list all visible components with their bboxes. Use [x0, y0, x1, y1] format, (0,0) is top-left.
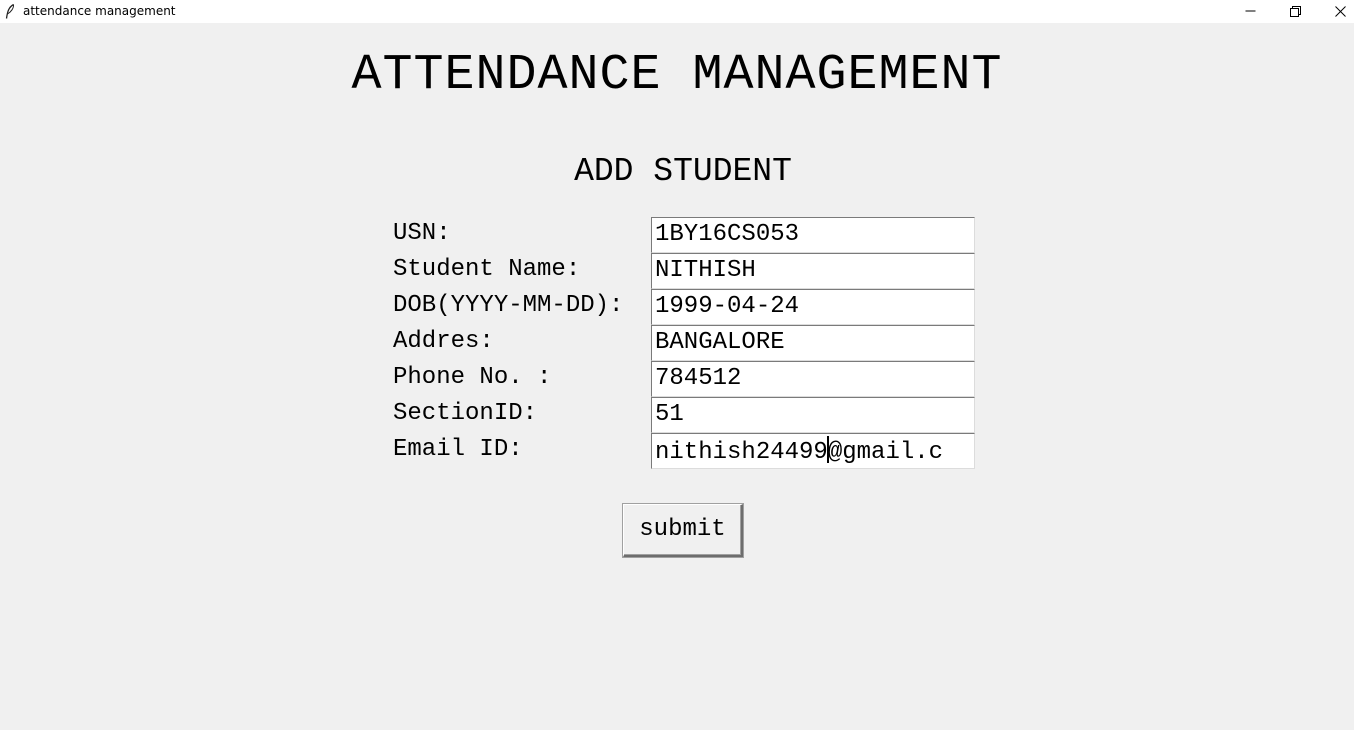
feather-icon [5, 4, 15, 19]
email-label: Email ID: [393, 436, 523, 463]
minimize-button[interactable] [1228, 0, 1273, 23]
dob-input[interactable]: 1999-04-24 [651, 289, 975, 325]
email-input[interactable]: nithish24499@gmail.c [651, 433, 975, 469]
address-label: Addres: [393, 328, 494, 355]
restore-button[interactable] [1273, 0, 1318, 23]
phone-input[interactable]: 784512 [651, 361, 975, 397]
close-icon [1335, 6, 1346, 17]
app-window: attendance management ATTENDANCE MANAGEM… [0, 0, 1354, 730]
form-title: ADD STUDENT [574, 153, 792, 190]
title-bar[interactable]: attendance management [0, 0, 1354, 23]
section-id-label: SectionID: [393, 400, 538, 427]
app-title: ATTENDANCE MANAGEMENT [351, 47, 1003, 104]
submit-button[interactable]: submit [623, 504, 743, 557]
address-input[interactable]: BANGALORE [651, 325, 975, 361]
student-name-label: Student Name: [393, 256, 581, 283]
minimize-icon [1245, 10, 1256, 12]
usn-label: USN: [393, 220, 451, 247]
restore-icon [1290, 6, 1301, 17]
dob-label: DOB(YYYY-MM-DD): [393, 292, 624, 319]
email-value-before-cursor: nithish24499 [655, 439, 828, 466]
usn-input[interactable]: 1BY16CS053 [651, 217, 975, 253]
window-title: attendance management [23, 4, 176, 18]
student-name-input[interactable]: NITHISH [651, 253, 975, 289]
phone-label: Phone No. : [393, 364, 552, 391]
close-button[interactable] [1318, 0, 1354, 23]
email-value-after-cursor: @gmail.c [827, 439, 944, 466]
section-id-input[interactable]: 51 [651, 397, 975, 433]
